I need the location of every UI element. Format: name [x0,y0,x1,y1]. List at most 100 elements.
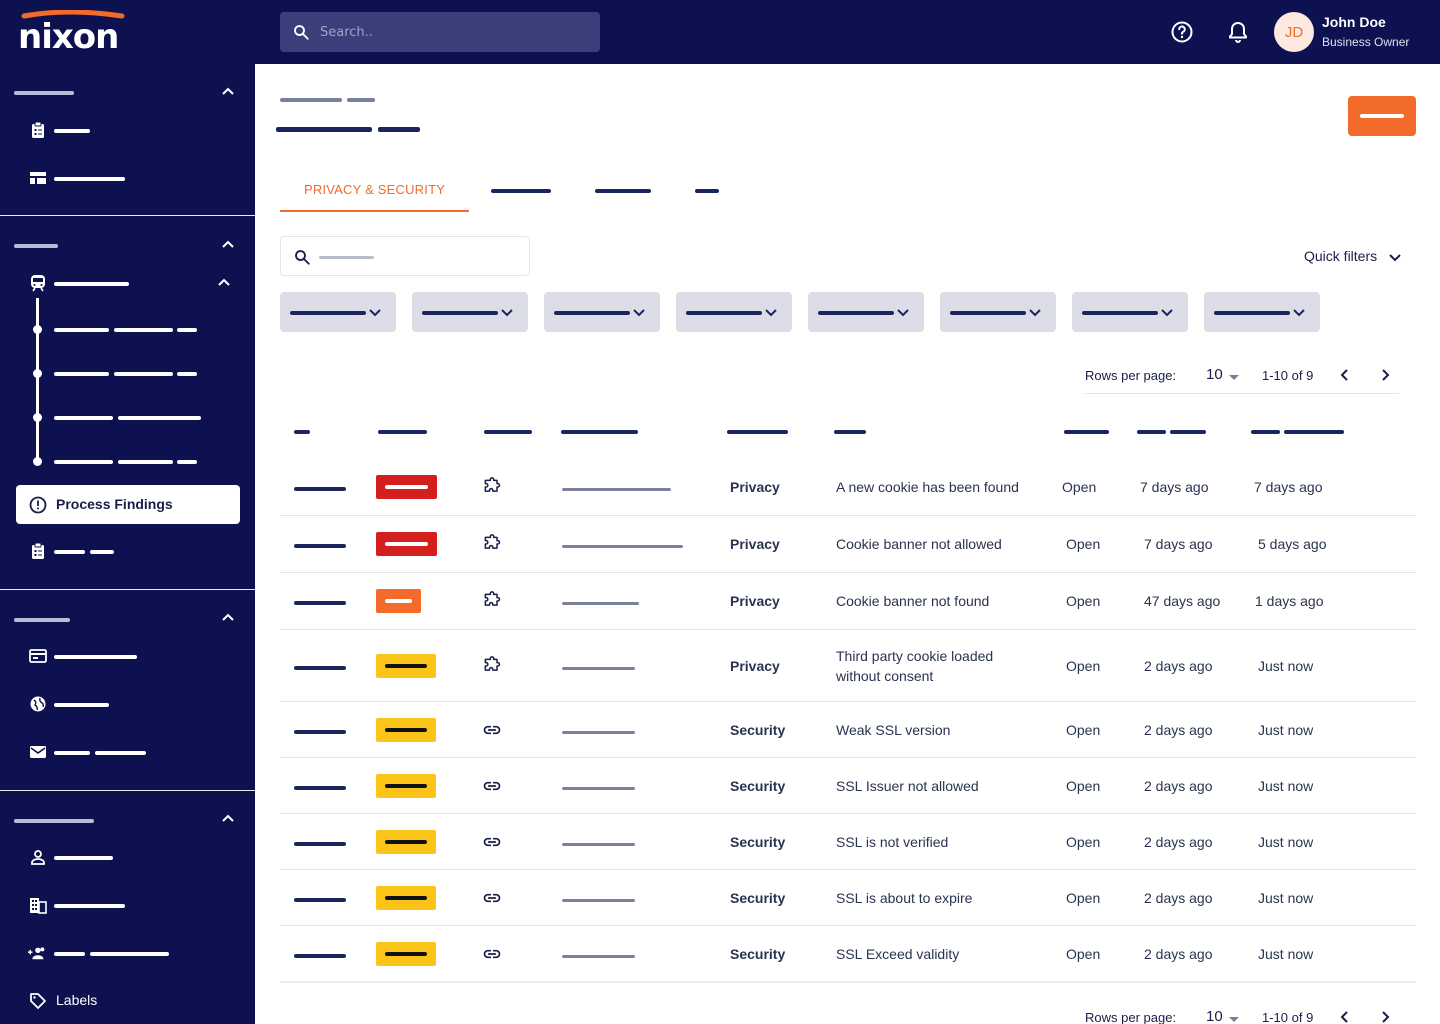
table-search-input[interactable] [280,236,530,276]
row-id[interactable] [294,601,346,605]
column-header[interactable] [1064,430,1109,434]
chevron-right-icon[interactable] [1378,368,1392,382]
breadcrumb[interactable] [347,98,375,102]
breadcrumb[interactable] [280,98,342,102]
filter-dropdown[interactable] [280,292,396,332]
column-header[interactable] [834,430,866,434]
row-source-url[interactable] [562,488,671,491]
column-header[interactable] [294,430,310,434]
row-id[interactable] [294,786,346,790]
row-title[interactable]: A new cookie has been found [836,477,1019,497]
caret-down-icon[interactable] [1229,1017,1239,1022]
column-header[interactable] [727,430,788,434]
sidebar-subitem-label[interactable] [177,328,197,332]
sidebar-subitem-label[interactable] [177,460,197,464]
column-header[interactable] [1170,430,1206,434]
filter-dropdown[interactable] [676,292,792,332]
nixon-logo[interactable]: nixon [18,10,130,52]
column-header[interactable] [378,430,427,434]
chevron-up-icon[interactable] [217,276,231,290]
sidebar-item-label[interactable] [54,904,125,908]
row-title[interactable]: Third party cookie loaded [836,646,993,666]
sidebar-item-label[interactable] [54,952,85,956]
row-title[interactable]: SSL Issuer not allowed [836,776,979,796]
sidebar-subitem-label[interactable] [54,328,109,332]
row-id[interactable] [294,898,346,902]
filter-dropdown[interactable] [940,292,1056,332]
row-id[interactable] [294,954,346,958]
chevron-up-icon[interactable] [221,238,235,252]
filter-dropdown[interactable] [808,292,924,332]
filter-dropdown[interactable] [1072,292,1188,332]
row-source-url[interactable] [562,731,635,734]
sidebar-subitem-label[interactable] [54,372,109,376]
quick-filters-button[interactable]: Quick filters [1304,248,1401,264]
row-title[interactable]: SSL is about to expire [836,888,972,908]
help-circle-icon[interactable] [1170,20,1194,44]
primary-action-button[interactable] [1348,96,1416,136]
avatar[interactable]: JD [1274,12,1314,52]
sidebar-item-label[interactable] [90,550,114,554]
row-title[interactable]: SSL Exceed validity [836,944,959,964]
column-header[interactable] [1251,430,1280,434]
bell-icon[interactable] [1226,20,1250,44]
row-title[interactable]: Cookie banner not found [836,591,989,611]
row-source-url[interactable] [562,667,635,670]
row-id[interactable] [294,544,346,548]
caret-down-icon[interactable] [1229,375,1239,380]
row-title[interactable]: without consent [836,666,933,686]
sidebar-subitem-label[interactable] [54,416,113,420]
sidebar-item-label[interactable] [54,703,109,707]
rows-per-page-select[interactable]: 10 [1206,366,1223,383]
global-search[interactable] [280,12,600,52]
row-id[interactable] [294,666,346,670]
row-source-url[interactable] [562,955,635,958]
sidebar-subitem-label[interactable] [114,372,173,376]
chevron-up-icon[interactable] [221,611,235,625]
filter-dropdown[interactable] [412,292,528,332]
sidebar-subitem-label[interactable] [118,460,173,464]
tab-privacy-security[interactable]: PRIVACY & SECURITY [280,174,469,212]
column-header[interactable] [561,430,638,434]
chevron-left-icon[interactable] [1338,368,1352,382]
sidebar-subitem-label[interactable] [177,372,197,376]
row-id[interactable] [294,842,346,846]
row-title[interactable]: Weak SSL version [836,720,950,740]
sidebar-item-label[interactable] [54,655,137,659]
row-id[interactable] [294,730,346,734]
row-source-url[interactable] [562,545,683,548]
row-title[interactable]: SSL is not verified [836,832,948,852]
tab[interactable] [695,189,719,193]
chevron-left-icon[interactable] [1338,1010,1352,1024]
tab[interactable] [595,189,651,193]
row-source-url[interactable] [562,787,635,790]
chevron-up-icon[interactable] [221,812,235,826]
row-source-url[interactable] [562,602,639,605]
sidebar-item-labels[interactable]: Labels [56,992,97,1008]
chevron-right-icon[interactable] [1378,1010,1392,1024]
sidebar-item-process-findings[interactable]: Process Findings [16,485,240,524]
tab[interactable] [491,189,551,193]
sidebar-item-label[interactable] [54,282,129,286]
sidebar-subitem-label[interactable] [114,328,173,332]
sidebar-item-label[interactable] [54,751,90,755]
filter-dropdown[interactable] [544,292,660,332]
column-header[interactable] [1137,430,1166,434]
row-source-url[interactable] [562,899,635,902]
row-id[interactable] [294,487,346,491]
sidebar-subitem-label[interactable] [54,460,113,464]
column-header[interactable] [1284,430,1344,434]
search-input[interactable] [320,20,580,44]
column-header[interactable] [484,430,532,434]
sidebar-item-label[interactable] [54,856,113,860]
row-source-url[interactable] [562,843,635,846]
sidebar-item-label[interactable] [95,751,146,755]
sidebar-item-label[interactable] [54,550,85,554]
sidebar-item-label[interactable] [54,129,90,133]
row-title[interactable]: Cookie banner not allowed [836,534,1002,554]
sidebar-subitem-label[interactable] [118,416,201,420]
sidebar-item-label[interactable] [90,952,169,956]
filter-dropdown[interactable] [1204,292,1320,332]
chevron-up-icon[interactable] [221,85,235,99]
sidebar-item-label[interactable] [54,177,125,181]
